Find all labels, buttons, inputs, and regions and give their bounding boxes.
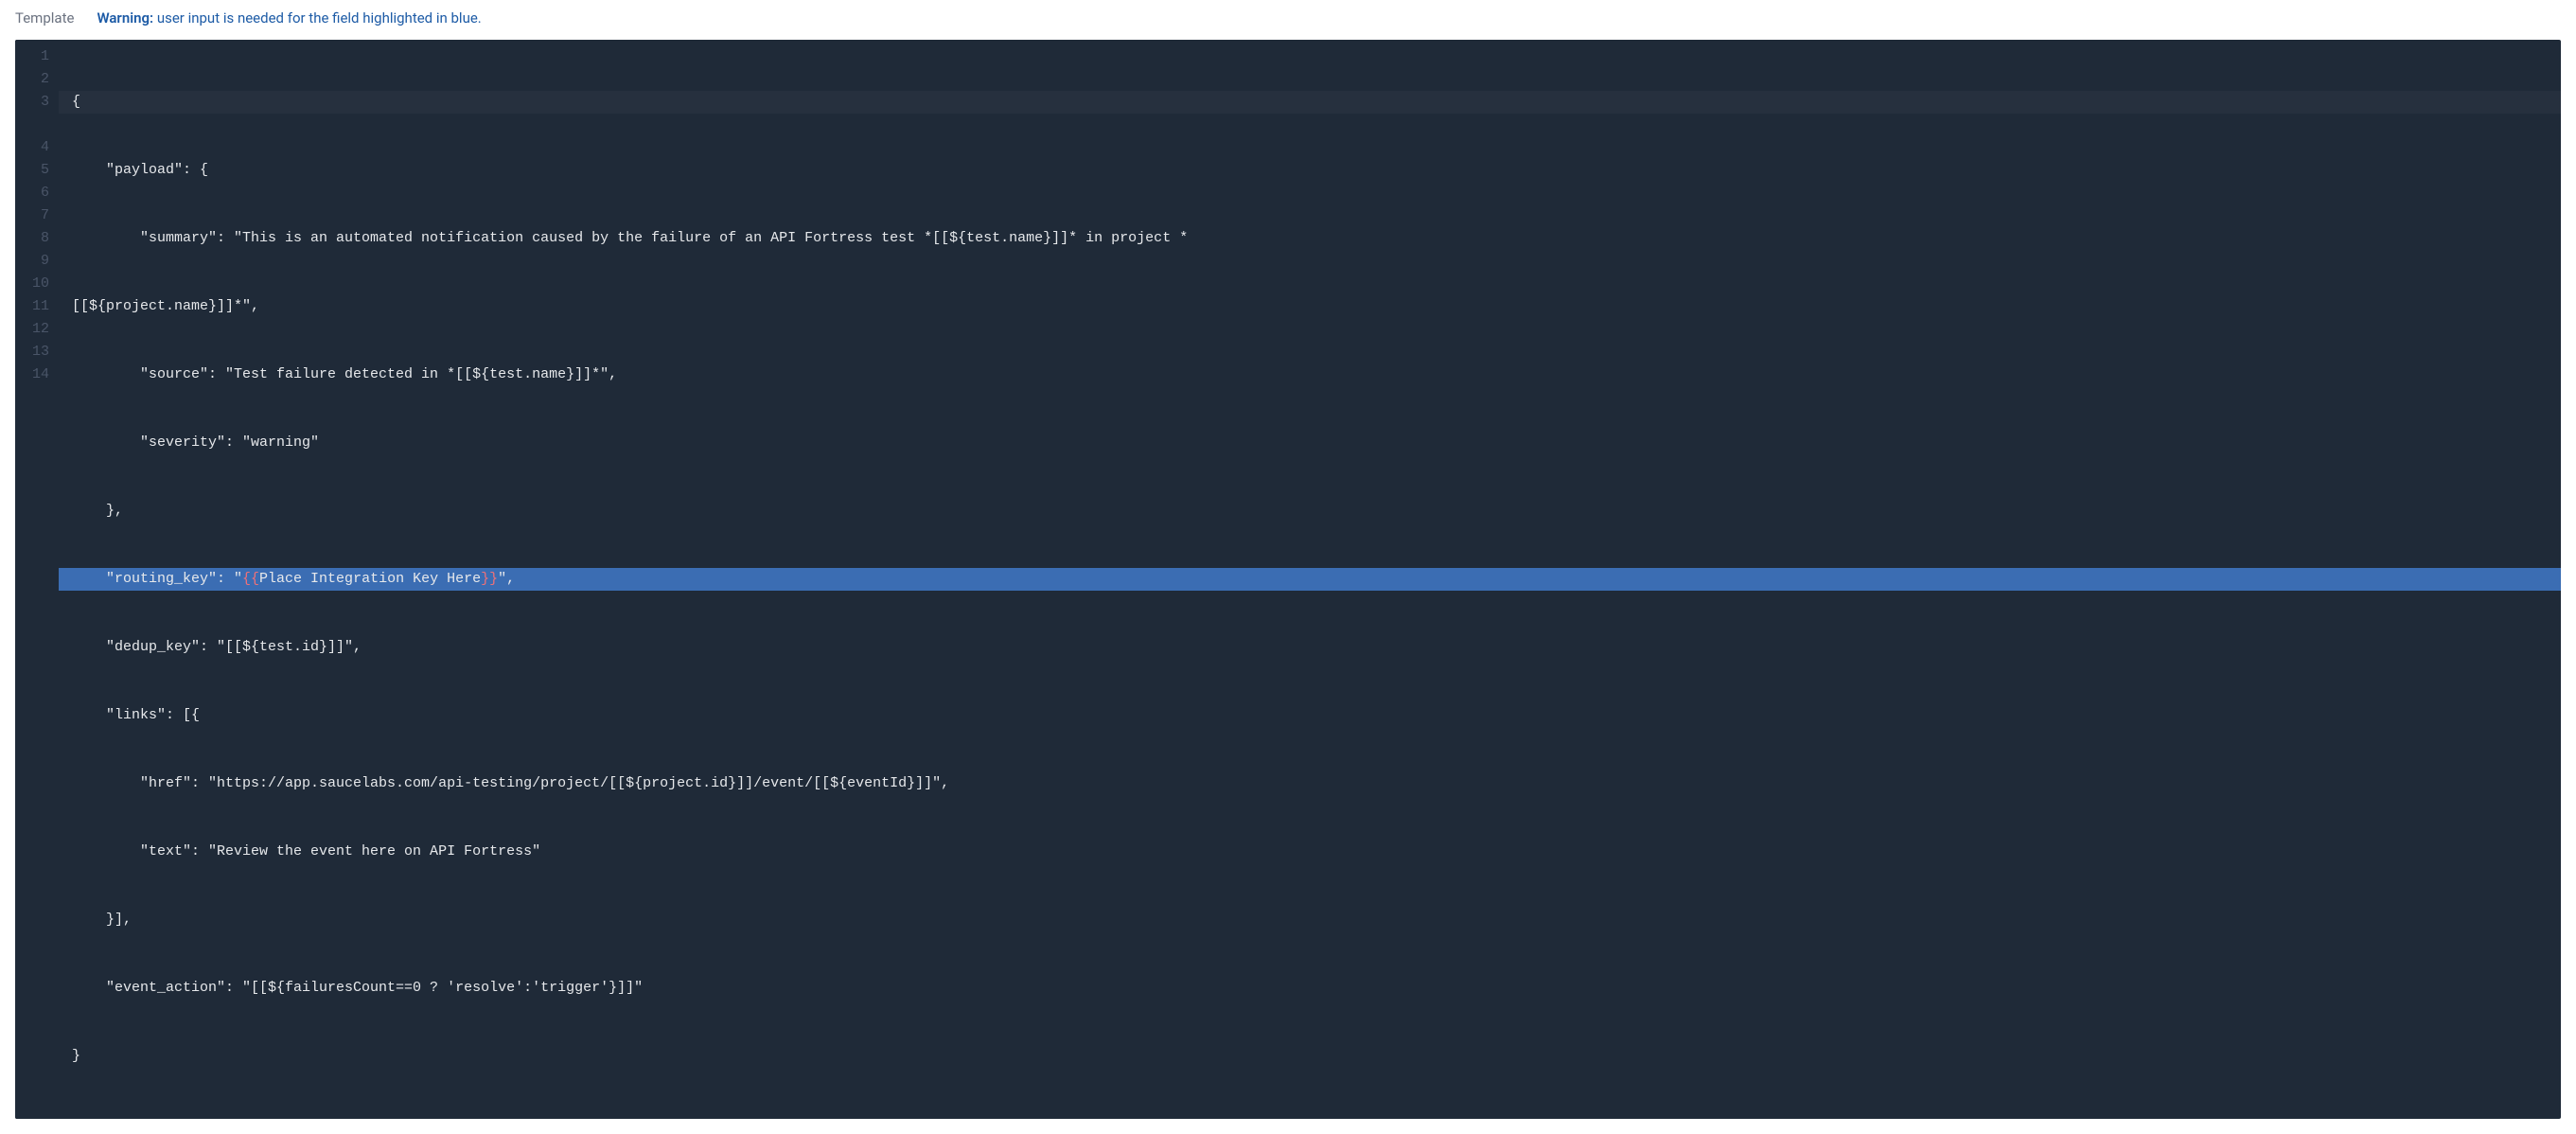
line-number: 2: [28, 68, 49, 91]
line-number: 12: [28, 318, 49, 341]
line-number: 5: [28, 159, 49, 182]
line-number: 11: [28, 295, 49, 318]
code-line[interactable]: "text": "Review the event here on API Fo…: [59, 841, 2561, 863]
line-number: 1: [28, 45, 49, 68]
code-line[interactable]: },: [59, 500, 2561, 523]
code-line[interactable]: }: [59, 1045, 2561, 1068]
line-number: 10: [28, 273, 49, 295]
code-editor[interactable]: 1 2 3 4 5 6 7 8 9 10 11 12 13 14 { "payl…: [15, 40, 2561, 1119]
code-line[interactable]: }],: [59, 909, 2561, 931]
warning-label: Warning:: [97, 9, 153, 27]
line-number-gutter: 1 2 3 4 5 6 7 8 9 10 11 12 13 14: [15, 40, 59, 1119]
code-line[interactable]: "event_action": "[[${failuresCount==0 ? …: [59, 977, 2561, 1000]
header-bar: Template Warning: user input is needed f…: [0, 0, 2576, 36]
code-line-wrap[interactable]: [[${project.name}]]*",: [59, 295, 2561, 318]
placeholder-close-braces: }}: [481, 571, 498, 587]
placeholder-text: Place Integration Key Here: [259, 571, 481, 587]
line-number: 8: [28, 227, 49, 250]
line-number: 3: [28, 91, 49, 114]
code-line[interactable]: "summary": "This is an automated notific…: [59, 227, 2561, 250]
code-line[interactable]: "dedup_key": "[[${test.id}]]",: [59, 636, 2561, 659]
code-line[interactable]: "severity": "warning": [59, 432, 2561, 454]
line-number: [28, 114, 49, 136]
code-content[interactable]: { "payload": { "summary": "This is an au…: [59, 40, 2561, 1119]
code-line[interactable]: {: [59, 91, 2561, 114]
code-line[interactable]: "href": "https://app.saucelabs.com/api-t…: [59, 772, 2561, 795]
code-line[interactable]: "source": "Test failure detected in *[[$…: [59, 363, 2561, 386]
line-number: 4: [28, 136, 49, 159]
line-number: 13: [28, 341, 49, 363]
warning-message: Warning: user input is needed for the fi…: [97, 9, 481, 27]
placeholder-open-braces: {{: [242, 571, 259, 587]
warning-text: user input is needed for the field highl…: [153, 9, 482, 27]
template-label: Template: [15, 9, 74, 27]
highlighted-code-line[interactable]: "routing_key": "{{Place Integration Key …: [59, 568, 2561, 591]
line-number: 14: [28, 363, 49, 386]
code-line[interactable]: "payload": {: [59, 159, 2561, 182]
line-number: 9: [28, 250, 49, 273]
code-text: "routing_key": ": [72, 571, 242, 587]
line-number: 7: [28, 204, 49, 227]
code-line[interactable]: "links": [{: [59, 704, 2561, 727]
code-text: ",: [498, 571, 515, 587]
line-number: 6: [28, 182, 49, 204]
